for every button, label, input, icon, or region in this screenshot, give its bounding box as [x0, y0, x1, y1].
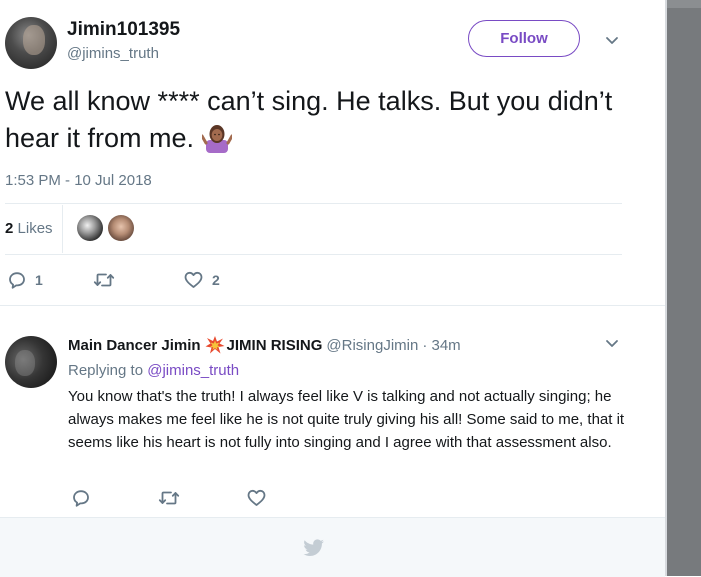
- tweet-permalink-panel: Jimin101395 @jimins_truth Follow We all …: [0, 0, 665, 577]
- collision-emoji: [205, 336, 225, 354]
- scrollbar-thumb[interactable]: [667, 0, 701, 8]
- heart-icon: [247, 489, 266, 506]
- reply-count: 1: [35, 272, 43, 288]
- author-display-name[interactable]: Jimin101395: [67, 19, 180, 41]
- reply-icon: [73, 490, 89, 507]
- retweet-icon: [93, 273, 115, 287]
- reply-author-handle[interactable]: @RisingJimin: [326, 337, 418, 354]
- retweet-action[interactable]: [93, 272, 115, 288]
- tweet-timestamp[interactable]: 1:53 PM - 10 Jul 2018: [5, 172, 152, 189]
- reply-text: You know that's the truth! I always feel…: [68, 388, 625, 451]
- divider: [5, 254, 622, 255]
- scrollbar-edge: [665, 0, 667, 576]
- footer: [0, 517, 665, 577]
- likes-count[interactable]: 2 Likes: [5, 220, 53, 237]
- reply-author-name[interactable]: Main Dancer Jimin: [68, 337, 201, 354]
- reply-icon: [9, 272, 25, 289]
- reply-like-action[interactable]: [247, 489, 266, 507]
- reply-time[interactable]: · 34m: [422, 337, 460, 354]
- tweet-text-content: We all know **** can’t sing. He talks. B…: [5, 86, 613, 153]
- likes-number: 2: [5, 220, 14, 237]
- twitter-bird-icon[interactable]: [301, 539, 325, 559]
- replying-to: Replying to @jimins_truth: [68, 362, 239, 379]
- woman-shrugging-emoji: [201, 125, 232, 153]
- chevron-down-icon[interactable]: [605, 337, 619, 351]
- reply-author-name-suffix[interactable]: JIMIN RISING: [227, 337, 323, 354]
- divider: [62, 205, 63, 253]
- reply-reply-action[interactable]: [72, 489, 90, 507]
- replying-to-label: Replying to: [68, 362, 144, 379]
- like-count: 2: [212, 272, 220, 288]
- reply-action[interactable]: 1: [8, 271, 43, 289]
- author-avatar[interactable]: [5, 17, 57, 69]
- tweet-text: We all know **** can’t sing. He talks. B…: [5, 83, 625, 157]
- reply-retweet-action[interactable]: [158, 490, 180, 506]
- retweet-icon: [158, 491, 180, 505]
- liker-avatar[interactable]: [77, 215, 103, 241]
- likes-label: Likes: [17, 220, 53, 237]
- chevron-down-icon[interactable]: [605, 34, 619, 48]
- follow-button[interactable]: Follow: [468, 20, 580, 57]
- reply-header: Main Dancer Jimin JIMIN RISING @RisingJi…: [68, 335, 461, 355]
- like-action[interactable]: 2: [184, 271, 220, 289]
- heart-icon: [184, 271, 203, 288]
- divider: [5, 203, 622, 204]
- reply-author-avatar[interactable]: [5, 336, 57, 388]
- liker-avatar[interactable]: [108, 215, 134, 241]
- author-handle[interactable]: @jimins_truth: [67, 45, 159, 62]
- divider: [0, 305, 665, 306]
- scrollbar[interactable]: [665, 0, 701, 576]
- replying-to-mention[interactable]: @jimins_truth: [147, 362, 239, 379]
